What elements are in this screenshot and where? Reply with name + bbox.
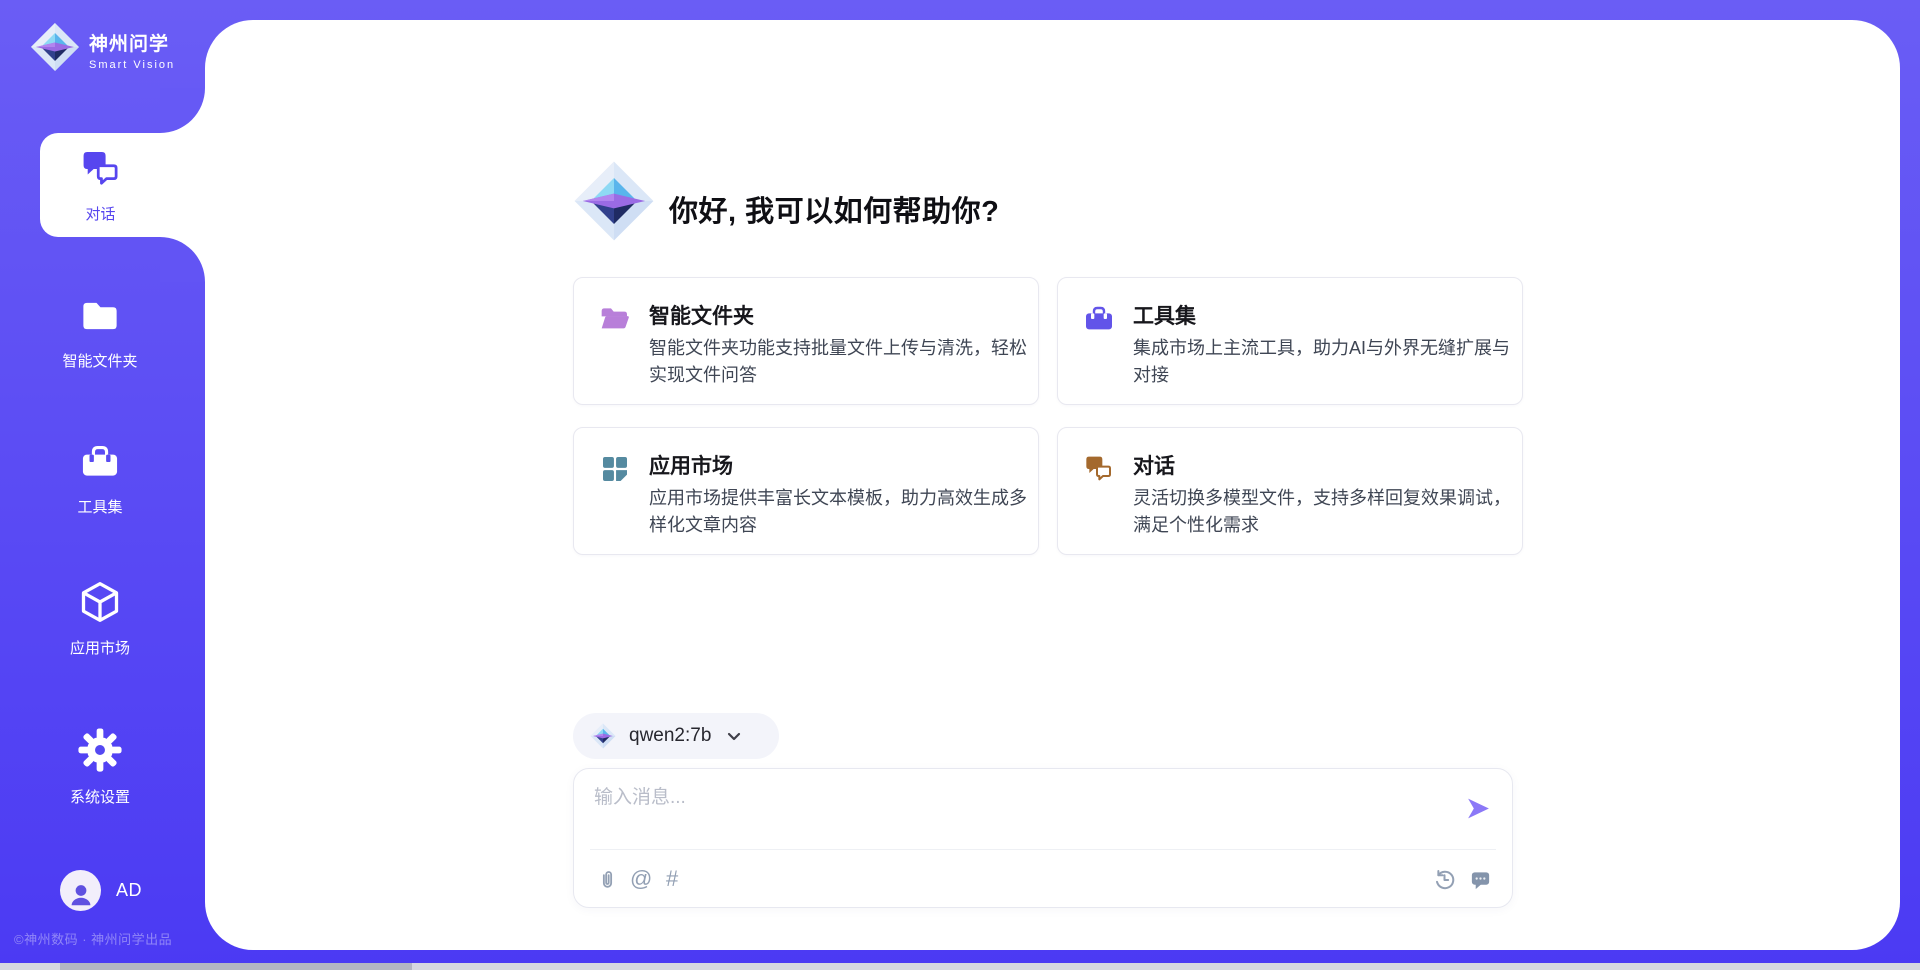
at-icon: @	[630, 865, 652, 893]
tab-fillet-bottom	[160, 237, 205, 282]
sidebar-item-label: 工具集	[77, 496, 122, 517]
conversation-button[interactable]	[1469, 865, 1492, 893]
greeting-logo-icon	[573, 160, 655, 247]
hash-icon: #	[666, 865, 678, 893]
copyright-footer: ©神州数码 · 神州问学出品	[14, 929, 172, 948]
sidebar-item-label: 对话	[85, 203, 115, 224]
brand: 神州问学 Smart Vision	[30, 22, 175, 77]
paperclip-icon	[596, 868, 619, 891]
sidebar-item-chat[interactable]: 对话	[40, 133, 205, 237]
topic-button[interactable]: #	[666, 865, 678, 893]
sidebar-item-toolset[interactable]: 工具集	[0, 441, 205, 517]
sidebar-item-smart-folder[interactable]: 智能文件夹	[0, 295, 205, 371]
gear-icon	[77, 727, 123, 778]
sidebar-item-label: 智能文件夹	[62, 350, 137, 371]
sidebar: 神州问学 Smart Vision 对话 智能文件夹 工具集	[0, 0, 205, 970]
sidebar-item-label: 应用市场	[70, 637, 130, 658]
scrollbar-thumb[interactable]	[60, 963, 412, 970]
user-profile[interactable]: AD	[60, 870, 142, 911]
toolbox-icon	[1083, 303, 1115, 340]
sidebar-item-settings[interactable]: 系统设置	[0, 727, 205, 807]
avatar	[60, 870, 101, 911]
greeting-title: 你好, 我可以如何帮助你?	[669, 188, 999, 230]
feature-cards: 智能文件夹 智能文件夹功能支持批量文件上传与清洗，轻松实现文件问答 工具集 集成…	[573, 277, 1523, 555]
app-root: 神州问学 Smart Vision 对话 智能文件夹 工具集	[0, 0, 1920, 970]
mention-button[interactable]: @	[630, 865, 652, 893]
card-description: 应用市场提供丰富长文本模板，助力高效生成多样化文章内容	[649, 485, 1027, 539]
card-title: 智能文件夹	[649, 300, 754, 330]
sidebar-item-app-market[interactable]: 应用市场	[0, 580, 205, 658]
card-description: 灵活切换多模型文件，支持多样回复效果调试，满足个性化需求	[1133, 485, 1511, 539]
chat-filled-icon	[1469, 868, 1492, 891]
composer: @ #	[573, 768, 1513, 908]
message-input[interactable]	[594, 782, 1434, 842]
card-title: 对话	[1133, 450, 1175, 480]
card-smart-folder[interactable]: 智能文件夹 智能文件夹功能支持批量文件上传与清洗，轻松实现文件问答	[573, 277, 1039, 405]
card-chat[interactable]: 对话 灵活切换多模型文件，支持多样回复效果调试，满足个性化需求	[1057, 427, 1523, 555]
brand-logo-icon	[30, 22, 80, 77]
chat-icon	[79, 147, 123, 196]
card-title: 应用市场	[649, 450, 733, 480]
card-description: 智能文件夹功能支持批量文件上传与清洗，轻松实现文件问答	[649, 335, 1027, 389]
tab-fillet-top	[160, 88, 205, 133]
history-button[interactable]	[1433, 865, 1456, 893]
card-description: 集成市场上主流工具，助力AI与外界无缝扩展与对接	[1133, 335, 1511, 389]
brand-subtitle: Smart Vision	[89, 59, 175, 71]
folder-open-icon	[599, 303, 631, 340]
folder-icon	[79, 295, 121, 342]
attach-file-button[interactable]	[596, 865, 619, 893]
chevron-down-icon	[726, 728, 742, 744]
toolbox-icon	[79, 441, 121, 488]
main-panel: 你好, 我可以如何帮助你? 智能文件夹 智能文件夹功能支持批量文件上传与清洗，轻…	[205, 20, 1900, 950]
card-title: 工具集	[1133, 300, 1196, 330]
model-logo-icon	[590, 723, 616, 749]
send-button[interactable]	[1464, 795, 1492, 823]
chat-icon	[1083, 453, 1115, 490]
sidebar-item-label: 系统设置	[70, 786, 130, 807]
card-toolset[interactable]: 工具集 集成市场上主流工具，助力AI与外界无缝扩展与对接	[1057, 277, 1523, 405]
model-selector[interactable]: qwen2:7b	[573, 713, 779, 759]
apps-grid-icon	[599, 453, 631, 490]
brand-name: 神州问学	[89, 29, 175, 56]
composer-divider	[590, 849, 1496, 850]
model-name: qwen2:7b	[629, 725, 711, 747]
user-label: AD	[116, 880, 142, 901]
cube-icon	[78, 580, 122, 629]
card-app-market[interactable]: 应用市场 应用市场提供丰富长文本模板，助力高效生成多样化文章内容	[573, 427, 1039, 555]
history-icon	[1433, 868, 1456, 891]
horizontal-scrollbar[interactable]	[0, 963, 1920, 970]
